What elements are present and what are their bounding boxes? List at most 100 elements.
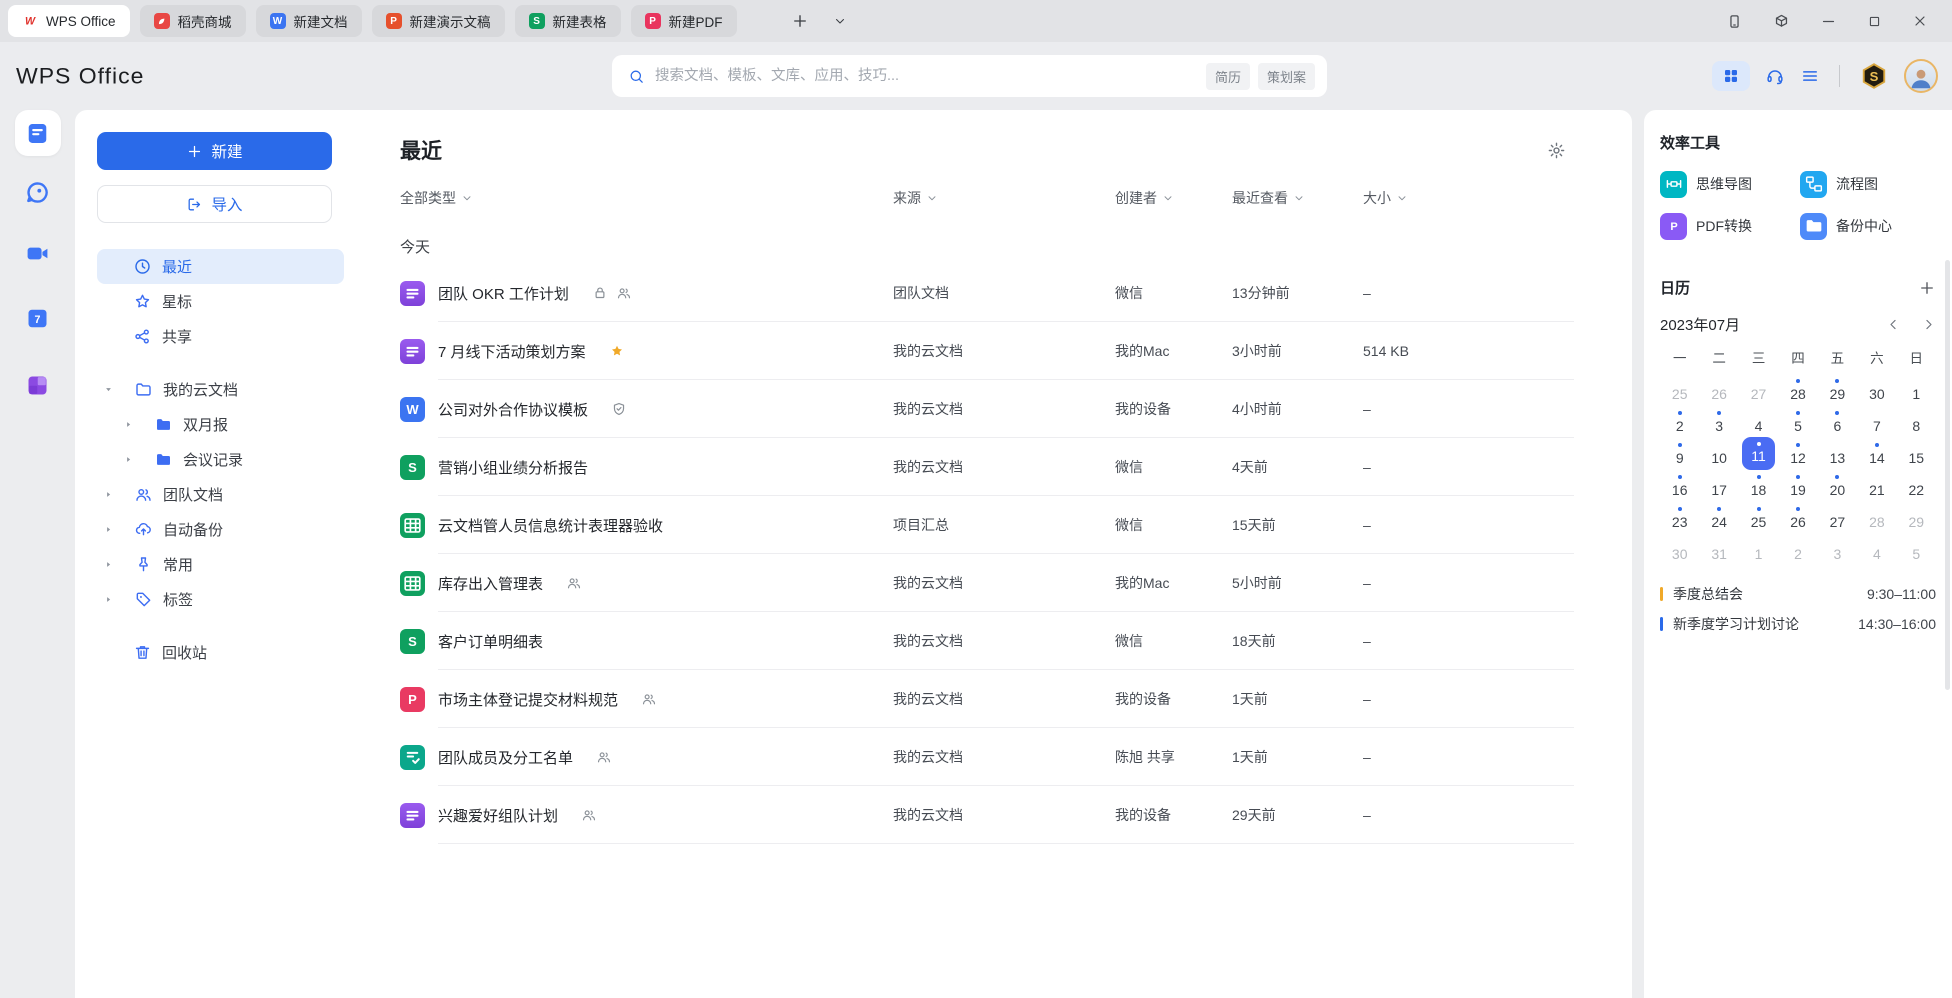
calendar-day[interactable]: 8 — [1897, 403, 1936, 435]
new-document-button[interactable]: 新建 — [97, 132, 332, 170]
avatar[interactable] — [1904, 59, 1938, 93]
calendar-day[interactable]: 30 — [1857, 371, 1896, 403]
sidebar-item-shared[interactable]: 共享 — [97, 319, 344, 354]
calendar-day[interactable]: 6 — [1818, 403, 1857, 435]
main-menu-button[interactable] — [1800, 66, 1820, 86]
calendar-day[interactable]: 9 — [1660, 435, 1699, 467]
tab-wps-office[interactable]: WWPS Office — [8, 5, 130, 37]
calendar-day[interactable]: 3 — [1699, 403, 1738, 435]
calendar-day[interactable]: 1 — [1897, 371, 1936, 403]
close-button[interactable] — [1912, 13, 1928, 29]
calendar-day[interactable]: 31 — [1699, 531, 1738, 563]
caret-right-icon[interactable] — [100, 489, 116, 500]
sidebar-item-team-docs[interactable]: 团队文档 — [97, 477, 355, 512]
calendar-day[interactable]: 22 — [1897, 467, 1936, 499]
file-row[interactable]: 团队 OKR 工作计划团队文档微信13分钟前– — [400, 264, 1574, 322]
calendar-day[interactable]: 27 — [1818, 499, 1857, 531]
calendar-day[interactable]: 20 — [1818, 467, 1857, 499]
caret-right-icon[interactable] — [100, 524, 116, 535]
caret-right-icon[interactable] — [100, 594, 116, 605]
file-row[interactable]: 云文档管人员信息统计表理器验收项目汇总微信15天前– — [400, 496, 1574, 554]
calendar-day[interactable]: 21 — [1857, 467, 1896, 499]
calendar-day[interactable]: 18 — [1739, 467, 1778, 499]
tool-mindmap[interactable]: 思维导图 — [1660, 167, 1796, 201]
apps-grid-button[interactable] — [1712, 61, 1750, 91]
tool-flowchart[interactable]: 流程图 — [1800, 167, 1936, 201]
calendar-day[interactable]: 23 — [1660, 499, 1699, 531]
calendar-day[interactable]: 4 — [1857, 531, 1896, 563]
calendar-day[interactable]: 5 — [1778, 403, 1817, 435]
calendar-day[interactable]: 29 — [1818, 371, 1857, 403]
calendar-day[interactable]: 16 — [1660, 467, 1699, 499]
search-input[interactable] — [653, 67, 1198, 85]
calendar-day[interactable]: 7 — [1857, 403, 1896, 435]
calendar-day[interactable]: 12 — [1778, 435, 1817, 467]
calendar-day[interactable]: 25 — [1739, 499, 1778, 531]
calendar-day[interactable]: 10 — [1699, 435, 1738, 467]
sidebar-item-my-cloud-docs[interactable]: 我的云文档 — [97, 372, 355, 407]
search-tag-plan[interactable]: 策划案 — [1258, 63, 1315, 90]
calendar-day[interactable]: 2 — [1660, 403, 1699, 435]
caret-down-icon[interactable] — [100, 384, 116, 395]
add-tab-button[interactable] — [791, 12, 809, 30]
file-row[interactable]: 7 月线下活动策划方案我的云文档我的Mac3小时前514 KB — [400, 322, 1574, 380]
phone-link-icon[interactable] — [1726, 13, 1743, 30]
rail-item-calendar[interactable]: 7 — [15, 295, 61, 341]
calendar-day[interactable]: 19 — [1778, 467, 1817, 499]
svip-badge[interactable]: S — [1859, 61, 1889, 91]
sidebar-item-meeting-notes[interactable]: 会议记录 — [97, 442, 355, 477]
rail-item-meetings[interactable] — [15, 230, 61, 276]
filter-source[interactable]: 来源 — [893, 188, 1115, 208]
calendar-event[interactable]: 新季度学习计划讨论14:30–16:00 — [1660, 609, 1936, 639]
calendar-day[interactable]: 13 — [1818, 435, 1857, 467]
filter-all-types[interactable]: 全部类型 — [400, 188, 893, 208]
sidebar-item-starred[interactable]: 星标 — [97, 284, 344, 319]
filter-creator[interactable]: 创建者 — [1115, 188, 1232, 208]
calendar-day[interactable]: 5 — [1897, 531, 1936, 563]
calendar-day[interactable]: 24 — [1699, 499, 1738, 531]
file-row[interactable]: 团队成员及分工名单我的云文档陈旭 共享1天前– — [400, 728, 1574, 786]
sidebar-item-tags[interactable]: 标签 — [97, 582, 355, 617]
calendar-prev-button[interactable] — [1886, 317, 1901, 332]
calendar-day[interactable]: 28 — [1857, 499, 1896, 531]
calendar-day[interactable]: 15 — [1897, 435, 1936, 467]
sidebar-item-recent[interactable]: 最近 — [97, 249, 344, 284]
rail-item-documents[interactable] — [15, 110, 61, 156]
tool-pdf-convert[interactable]: PPDF转换 — [1660, 209, 1796, 243]
file-row[interactable]: 兴趣爱好组队计划我的云文档我的设备29天前– — [400, 786, 1574, 844]
import-button[interactable]: 导入 — [97, 185, 332, 223]
calendar-day[interactable]: 26 — [1778, 499, 1817, 531]
calendar-day[interactable]: 29 — [1897, 499, 1936, 531]
calendar-day[interactable]: 14 — [1857, 435, 1896, 467]
tab-new-pdf[interactable]: P新建PDF — [631, 5, 737, 37]
caret-right-icon[interactable] — [120, 419, 136, 430]
rail-item-apps[interactable] — [15, 362, 61, 408]
calendar-day[interactable]: 3 — [1818, 531, 1857, 563]
file-row[interactable]: P市场主体登记提交材料规范我的云文档我的设备1天前– — [400, 670, 1574, 728]
calendar-day[interactable]: 25 — [1660, 371, 1699, 403]
file-row[interactable]: S营销小组业绩分析报告我的云文档微信4天前– — [400, 438, 1574, 496]
tab-new-presentation[interactable]: P新建演示文稿 — [372, 5, 505, 37]
add-event-button[interactable] — [1918, 279, 1936, 297]
minimize-button[interactable] — [1820, 13, 1837, 30]
maximize-button[interactable] — [1867, 14, 1882, 29]
file-row[interactable]: W公司对外合作协议模板我的云文档我的设备4小时前– — [400, 380, 1574, 438]
search-tag-resume[interactable]: 简历 — [1206, 63, 1250, 90]
calendar-day[interactable]: 26 — [1699, 371, 1738, 403]
sidebar-item-frequent[interactable]: 常用 — [97, 547, 355, 582]
tab-list-chevron-button[interactable] — [833, 14, 847, 28]
calendar-event[interactable]: 季度总结会9:30–11:00 — [1660, 579, 1936, 609]
calendar-day[interactable]: 30 — [1660, 531, 1699, 563]
tool-backup-center[interactable]: 备份中心 — [1800, 209, 1936, 243]
tab-docer-mall[interactable]: 稻壳商城 — [140, 5, 246, 37]
sidebar-item-auto-backup[interactable]: 自动备份 — [97, 512, 355, 547]
calendar-day[interactable]: 17 — [1699, 467, 1738, 499]
rail-item-messages[interactable] — [15, 169, 61, 215]
calendar-day[interactable]: 28 — [1778, 371, 1817, 403]
filter-last-viewed[interactable]: 最近查看 — [1232, 188, 1363, 208]
calendar-day[interactable]: 1 — [1739, 531, 1778, 563]
sidebar-item-recycle-bin[interactable]: 回收站 — [97, 635, 344, 670]
file-row[interactable]: S客户订单明细表我的云文档微信18天前– — [400, 612, 1574, 670]
filter-size[interactable]: 大小 — [1363, 188, 1574, 208]
tab-new-spreadsheet[interactable]: S新建表格 — [515, 5, 621, 37]
